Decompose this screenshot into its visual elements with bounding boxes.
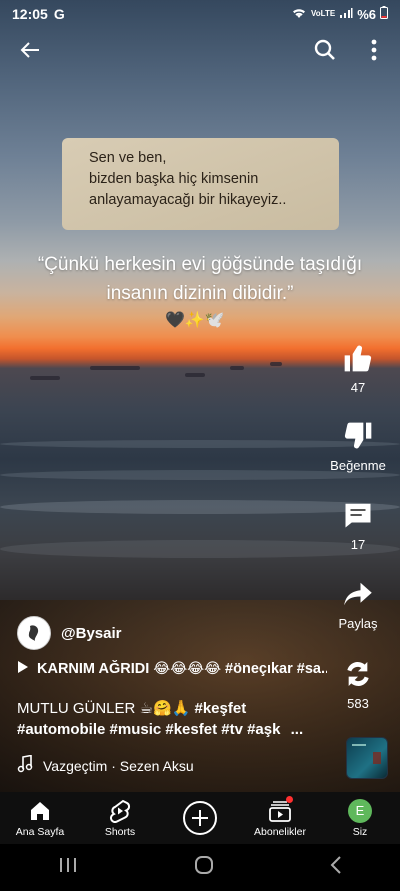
- playlist-text: KARNIM AĞRIDI 😂😂😂😂 #öneçıkar #sa...: [37, 661, 327, 677]
- plus-icon: [183, 801, 217, 835]
- home-icon: [29, 799, 51, 823]
- wifi-icon: [291, 7, 307, 22]
- battery-icon: [380, 6, 388, 22]
- sound-thumbnail[interactable]: [346, 737, 388, 779]
- nav-home[interactable]: Ana Sayfa: [0, 792, 80, 844]
- quote-line: insanın dizinin dibidir.”: [106, 283, 294, 304]
- share-button[interactable]: Paylaş: [324, 576, 392, 631]
- channel-avatar[interactable]: [17, 616, 51, 650]
- user-avatar: E: [348, 798, 372, 823]
- note-line: anlayamayacağı bir hikayeyiz..: [89, 192, 287, 208]
- back-arrow-icon[interactable]: [12, 32, 48, 68]
- comments-button[interactable]: 17: [324, 497, 392, 552]
- channel-handle[interactable]: @Bysair: [61, 625, 122, 642]
- quote-line: “Çünkü herkesin evi göğsünde taşıdığı: [37, 254, 363, 275]
- channel-row[interactable]: @Bysair: [17, 616, 122, 650]
- caption-more[interactable]: ...: [291, 721, 304, 738]
- system-nav-bar: [0, 844, 400, 891]
- cloud: [230, 366, 244, 370]
- dislike-button[interactable]: Beğenme: [324, 418, 392, 473]
- share-label: Paylaş: [338, 616, 378, 631]
- thumbs-up-icon: [338, 340, 378, 376]
- caption-tags[interactable]: #automobile #music #kesfet #tv #aşk: [17, 721, 280, 738]
- remix-icon: [338, 656, 378, 692]
- cloud: [185, 373, 205, 377]
- comment-count: 17: [350, 537, 366, 552]
- nav-shorts[interactable]: Shorts: [80, 792, 160, 844]
- like-count: 47: [350, 380, 366, 395]
- nav-home-label: Ana Sayfa: [15, 825, 65, 838]
- thumbs-down-icon: [338, 418, 378, 454]
- more-vert-icon[interactable]: [356, 32, 392, 68]
- bottom-nav: Ana Sayfa Shorts Abonelikler E Siz: [0, 792, 400, 844]
- quote-emoji: 🖤✨🕊️: [165, 312, 225, 329]
- music-row[interactable]: Vazgeçtim · Sezen Aksu: [17, 754, 194, 776]
- home-circle-icon[interactable]: [193, 854, 215, 881]
- battery-label: %6: [357, 6, 376, 22]
- quote-text: “Çünkü herkesin evi göğsünde taşıdığı in…: [30, 250, 370, 308]
- status-bar: 12:05 G VoLTE %6: [0, 0, 400, 28]
- nav-you[interactable]: E Siz: [320, 792, 400, 844]
- nav-you-label: Siz: [352, 825, 368, 838]
- dislike-label: Beğenme: [330, 458, 386, 473]
- top-bar: [0, 30, 400, 70]
- status-icons: VoLTE %6: [291, 6, 388, 22]
- signal-icon: [339, 7, 353, 22]
- comment-icon: [338, 497, 378, 533]
- create-button[interactable]: [160, 792, 240, 844]
- play-icon: [17, 660, 29, 678]
- nav-shorts-label: Shorts: [104, 825, 136, 838]
- status-time: 12:05: [12, 6, 48, 22]
- cloud: [90, 366, 140, 370]
- video-caption[interactable]: MUTLU GÜNLER ☕🤗🙏 #keşfet #automobile #mu…: [17, 698, 335, 740]
- note-line: Sen ve ben,: [89, 150, 167, 166]
- back-chevron-icon[interactable]: [329, 855, 343, 880]
- recent-apps-icon[interactable]: [57, 856, 79, 879]
- note-line: bizden başka hiç kimsenin: [89, 171, 259, 187]
- network-label: VoLTE: [311, 9, 336, 18]
- google-icon: G: [53, 6, 65, 22]
- cloud: [30, 376, 60, 380]
- caption-tags-primary[interactable]: #keşfet: [194, 700, 246, 717]
- search-icon[interactable]: [307, 32, 343, 68]
- note-card: Sen ve ben, bizden başka hiç kimsenin an…: [62, 138, 339, 230]
- notification-dot: [285, 796, 293, 803]
- shorts-icon: [109, 799, 131, 823]
- caption-text: MUTLU GÜNLER ☕🤗🙏: [17, 700, 195, 717]
- playlist-link[interactable]: KARNIM AĞRIDI 😂😂😂😂 #öneçıkar #sa...: [17, 660, 327, 678]
- music-note-icon: [17, 754, 33, 776]
- share-icon: [338, 576, 378, 612]
- like-button[interactable]: 47: [324, 340, 392, 395]
- cloud: [270, 362, 282, 366]
- music-label: Vazgeçtim · Sezen Aksu: [43, 757, 194, 774]
- nav-subscriptions[interactable]: Abonelikler: [240, 792, 320, 844]
- nav-subscriptions-label: Abonelikler: [254, 825, 306, 838]
